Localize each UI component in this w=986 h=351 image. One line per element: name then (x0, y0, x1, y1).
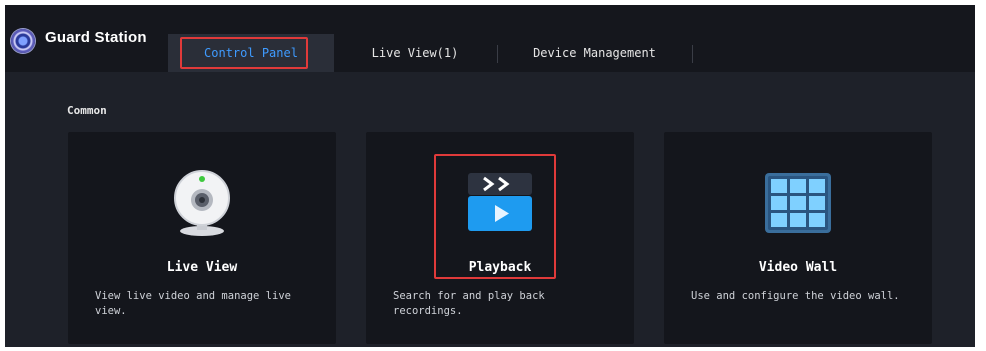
tab-device-management[interactable]: Device Management (498, 34, 691, 72)
tab-divider (692, 45, 693, 63)
guard-station-logo-icon (11, 29, 35, 53)
card-description: Search for and play back recordings. (393, 290, 545, 317)
tab-label: Live View(1) (371, 46, 459, 60)
card-title: Video Wall (758, 260, 838, 275)
card-title: Playback (468, 260, 532, 275)
card-title: Live View (166, 260, 238, 275)
tab-control-panel[interactable]: Control Panel (168, 34, 334, 72)
card-live-view[interactable]: Live View View live video and manage liv… (68, 132, 336, 344)
tab-live-view[interactable]: Live View(1) (340, 34, 490, 72)
tab-label: Device Management (533, 46, 656, 60)
tab-highlight-box (180, 37, 308, 69)
section-title: Common (67, 104, 107, 117)
app-title: Guard Station (45, 29, 147, 46)
webcam-icon (170, 168, 234, 238)
card-playback[interactable]: Playback Search for and play back record… (366, 132, 634, 344)
card-description: Use and configure the video wall. (691, 290, 900, 302)
video-wall-icon (764, 172, 832, 234)
card-video-wall[interactable]: Video Wall Use and configure the video w… (664, 132, 932, 344)
top-bar: Guard Station Control Panel Live View(1)… (5, 5, 975, 72)
guard-station-window: Guard Station Control Panel Live View(1)… (5, 5, 975, 347)
card-description: View live video and manage live view. (95, 290, 291, 317)
